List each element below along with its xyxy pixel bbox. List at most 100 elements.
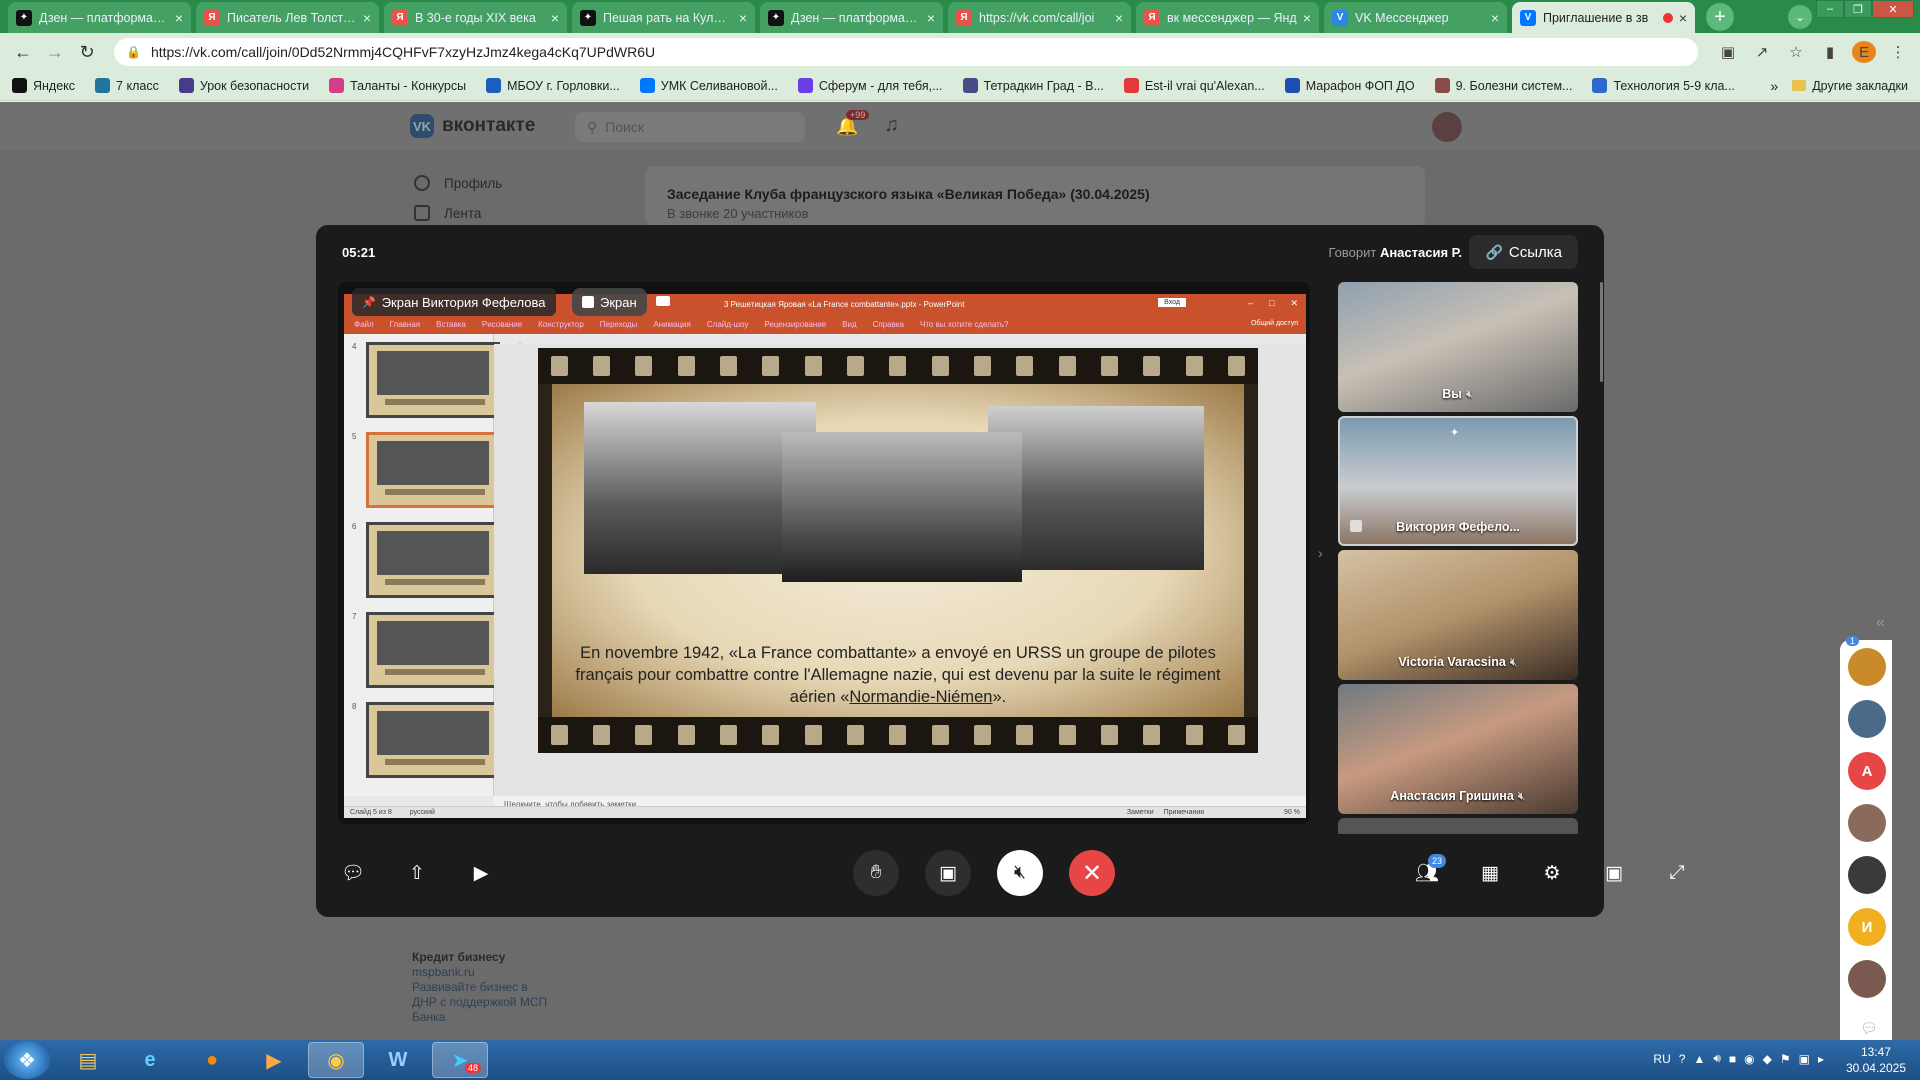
minimize-button[interactable]: –: [1816, 0, 1844, 18]
chat-button[interactable]: 💬︎: [330, 850, 376, 896]
copy-link-button[interactable]: 🔗 Ссылка: [1469, 235, 1578, 269]
chat-avatar[interactable]: [1848, 960, 1886, 998]
restore-button[interactable]: ❐: [1844, 0, 1872, 18]
vk-logo[interactable]: VK вконтакте: [410, 114, 535, 138]
participant-tile[interactable]: Victoria Varacsina 🔇︎: [1338, 550, 1578, 680]
new-tab-button[interactable]: +: [1706, 3, 1734, 31]
network-icon[interactable]: ▲: [1693, 1052, 1705, 1066]
sidepanel-icon[interactable]: ▮: [1818, 43, 1842, 61]
forward-button[interactable]: →: [42, 39, 68, 65]
browser-tab[interactable]: V Приглашение в зв ×: [1512, 2, 1695, 33]
telegram-taskbar-button[interactable]: ➤ 48: [432, 1042, 488, 1078]
taskbar-clock[interactable]: 13:47 30.04.2025: [1846, 1044, 1906, 1076]
bookmark-item[interactable]: Яндекс: [12, 78, 75, 93]
fullscreen-button[interactable]: ⤢: [1654, 850, 1700, 896]
camera-toggle-button[interactable]: ▣: [925, 850, 971, 896]
bookmark-item[interactable]: 9. Болезни систем...: [1434, 78, 1572, 93]
browser-tab[interactable]: ✦ Дзен — платформа д... ×: [760, 2, 943, 33]
chat-avatar[interactable]: А: [1848, 752, 1886, 790]
browser-tab[interactable]: Явк мессенджер — Янд ×: [1136, 2, 1319, 33]
vk-menu-item-profile[interactable]: Профиль: [414, 168, 502, 198]
participants-button[interactable]: 👥︎ 23: [1404, 850, 1450, 896]
browser-tab[interactable]: Я Писатель Лев Толстой ×: [196, 2, 379, 33]
star-icon[interactable]: ☆: [1784, 43, 1808, 61]
mic-toggle-button[interactable]: 🔇︎: [997, 850, 1043, 896]
close-tab-icon[interactable]: ×: [739, 10, 747, 26]
screen-view-toggle[interactable]: Экран: [572, 288, 647, 316]
bookmark-item[interactable]: Est-il vrai qu'Alexan...: [1123, 78, 1265, 93]
bookmark-item[interactable]: Таланты - Конкурсы: [329, 78, 466, 93]
chat-avatar[interactable]: И: [1848, 908, 1886, 946]
bookmark-item[interactable]: МБОУ г. Горловки...: [486, 78, 620, 93]
menu-icon[interactable]: ⋮: [1886, 43, 1910, 61]
chat-avatar[interactable]: [1848, 856, 1886, 894]
raise-hand-button[interactable]: ✋︎: [853, 850, 899, 896]
bookmark-item[interactable]: Тетрадкин Град - В...: [962, 78, 1104, 93]
tray-apps-icon[interactable]: ■: [1729, 1052, 1736, 1066]
music-icon[interactable]: ♫: [884, 114, 899, 137]
firefox-taskbar-button[interactable]: ●: [184, 1042, 240, 1078]
close-tab-icon[interactable]: ×: [1115, 10, 1123, 26]
speaker-icon[interactable]: ▸: [1818, 1052, 1824, 1066]
chat-avatar[interactable]: [1848, 648, 1886, 686]
media-player-taskbar-button[interactable]: ▶: [246, 1042, 302, 1078]
collapse-chevrons-icon[interactable]: «: [1876, 614, 1885, 632]
close-tab-icon[interactable]: ×: [551, 10, 559, 26]
shared-screen[interactable]: 3 Решетицкая Яровая «La France combattan…: [338, 282, 1310, 824]
word-taskbar-button[interactable]: W: [370, 1042, 426, 1078]
participant-tile[interactable]: Вы 🔇︎: [1338, 282, 1578, 412]
start-button[interactable]: ❖: [4, 1041, 50, 1079]
browser-tab[interactable]: Яhttps://vk.com/call/joi ×: [948, 2, 1131, 33]
bookmark-item[interactable]: 7 класс: [95, 78, 159, 93]
flag-icon[interactable]: ⚑: [1780, 1052, 1791, 1066]
help-icon[interactable]: ?: [1679, 1052, 1686, 1066]
other-bookmarks[interactable]: Другие закладки: [1792, 79, 1908, 93]
close-tab-icon[interactable]: ×: [1303, 10, 1311, 26]
camera-icon[interactable]: ▣: [1716, 43, 1740, 61]
close-tab-icon[interactable]: ×: [1491, 10, 1499, 26]
tray-app-icon[interactable]: ◆: [1763, 1052, 1772, 1066]
chat-avatar[interactable]: [1848, 804, 1886, 842]
vk-ad-block[interactable]: Кредит бизнесу mspbank.ru Развивайте биз…: [412, 950, 552, 1025]
reload-button[interactable]: ↻: [74, 39, 100, 65]
grid-layout-button[interactable]: ▦: [1467, 850, 1513, 896]
close-tab-icon[interactable]: ×: [175, 10, 183, 26]
participant-tile[interactable]: [1338, 818, 1578, 834]
share-icon[interactable]: ↗: [1750, 43, 1774, 61]
camera-view-icon[interactable]: [656, 296, 670, 306]
chat-avatar[interactable]: [1848, 700, 1886, 738]
bookmark-item[interactable]: Урок безопасности: [178, 78, 309, 93]
bookmarks-overflow-icon[interactable]: »: [1770, 78, 1778, 94]
tab-search-button[interactable]: ⌄: [1788, 5, 1812, 29]
explorer-taskbar-button[interactable]: ▤: [60, 1042, 116, 1078]
chevron-right-icon[interactable]: ›: [1318, 545, 1323, 561]
ie-taskbar-button[interactable]: e: [122, 1042, 178, 1078]
chat-bubble-icon[interactable]: 💬︎: [1860, 1020, 1878, 1037]
chrome-taskbar-button[interactable]: ◉: [308, 1042, 364, 1078]
close-tab-icon[interactable]: ×: [363, 10, 371, 26]
bookmark-item[interactable]: Сферум - для тебя,...: [797, 78, 943, 93]
display-icon[interactable]: ▣: [1799, 1052, 1810, 1066]
share-screen-button[interactable]: ⇧: [394, 850, 440, 896]
vk-user-avatar[interactable]: [1432, 112, 1462, 142]
close-tab-icon[interactable]: ×: [1679, 10, 1687, 26]
back-button[interactable]: ←: [10, 39, 36, 65]
bookmark-item[interactable]: Марафон ФОП ДО: [1284, 78, 1415, 93]
volume-icon[interactable]: 🔊︎: [1713, 1051, 1721, 1066]
participants-scrollbar[interactable]: [1600, 282, 1603, 382]
close-tab-icon[interactable]: ×: [927, 10, 935, 26]
participant-tile[interactable]: ✦ Виктория Фефело...: [1338, 416, 1578, 546]
end-call-button[interactable]: ✕: [1069, 850, 1115, 896]
vk-search-input[interactable]: ⚲ Поиск: [575, 112, 805, 142]
vk-menu-item-feed[interactable]: Лента: [414, 198, 502, 228]
bookmark-item[interactable]: Технология 5-9 кла...: [1592, 78, 1735, 93]
settings-button[interactable]: ⚙: [1529, 850, 1575, 896]
browser-tab[interactable]: ✦ Пешая рать на Кулико ×: [572, 2, 755, 33]
language-indicator[interactable]: RU: [1653, 1052, 1670, 1066]
media-button[interactable]: ▶: [458, 850, 504, 896]
browser-tab[interactable]: Я В 30-е годы XIX века ×: [384, 2, 567, 33]
close-window-button[interactable]: ✕: [1872, 0, 1914, 18]
browser-tab[interactable]: ✦ Дзен — платформа д... ×: [8, 2, 191, 33]
url-input[interactable]: 🔒 https://vk.com/call/join/0Dd52Nrmmj4CQ…: [114, 38, 1698, 66]
profile-avatar[interactable]: E: [1852, 41, 1876, 63]
